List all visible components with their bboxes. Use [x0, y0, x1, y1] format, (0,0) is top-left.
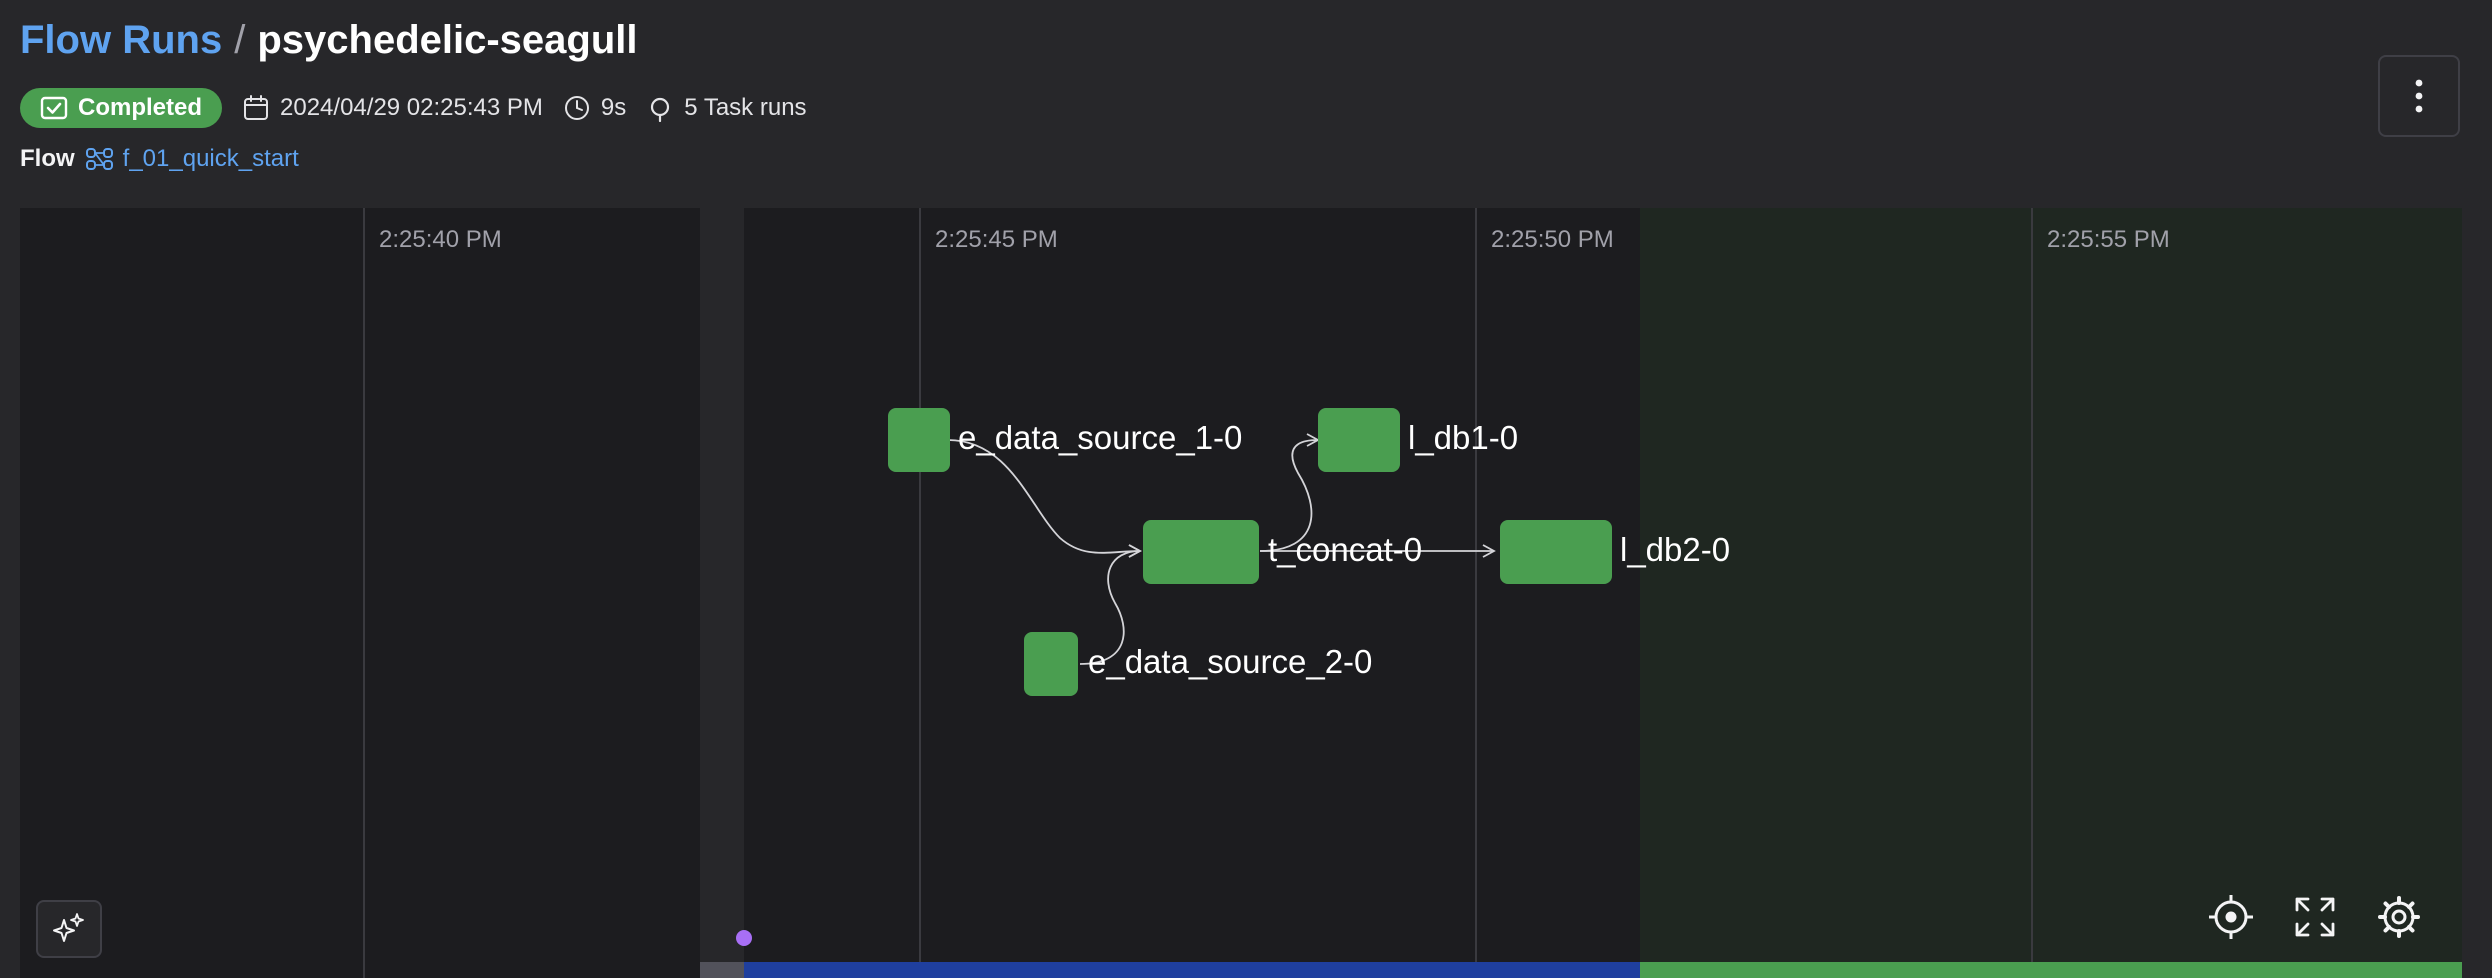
dependency-edges — [947, 433, 1496, 665]
check-square-icon — [40, 96, 68, 120]
breadcrumb: Flow Runs / psychedelic-seagull — [20, 18, 638, 62]
task-run-icon — [651, 97, 670, 122]
sparkles-icon — [53, 913, 84, 942]
fullscreen-button[interactable] — [2292, 894, 2338, 940]
clock-icon — [564, 96, 589, 120]
gear-icon — [2378, 896, 2420, 938]
expand-icon — [2295, 897, 2335, 937]
page-header: Flow Runs / psychedelic-seagull — [20, 18, 638, 62]
more-vertical-icon — [2415, 79, 2423, 113]
duration: 9s — [563, 94, 626, 122]
graph-settings-button[interactable] — [2376, 894, 2422, 940]
breadcrumb-flow-runs-link[interactable]: Flow Runs — [20, 18, 222, 62]
task-node-label[interactable]: l_db2-0 — [1620, 531, 1730, 569]
flow-icon — [85, 148, 113, 170]
status-badge: Completed — [20, 88, 223, 128]
flow-run-graph[interactable]: 2:25:40 PM 2:25:45 PM 2:25:50 PM 2:25:55… — [20, 208, 2462, 978]
ai-assist-button[interactable] — [36, 900, 102, 958]
task-node-label[interactable]: e_data_source_1-0 — [958, 419, 1242, 457]
start-time-value: 2024/04/29 02:25:43 PM — [280, 94, 543, 121]
page-title: psychedelic-seagull — [257, 18, 638, 62]
breadcrumb-separator: / — [234, 18, 246, 62]
center-view-button[interactable] — [2206, 892, 2256, 942]
task-node-l-db2[interactable] — [1500, 520, 1612, 584]
state-bar-completed — [1640, 962, 2462, 978]
calendar-icon — [244, 95, 269, 120]
state-bar-running — [744, 962, 1640, 978]
task-node-label[interactable]: l_db1-0 — [1408, 419, 1518, 457]
task-node-e-data-source-2[interactable] — [1024, 632, 1078, 696]
task-node-e-data-source-1[interactable] — [888, 408, 950, 472]
task-node-label[interactable]: e_data_source_2-0 — [1088, 643, 1372, 681]
task-runs-count: 5 Task runs — [646, 94, 807, 122]
task-runs-value[interactable]: 5 Task runs — [684, 94, 806, 122]
flow-info: Flow f_01_quick_start — [20, 142, 299, 176]
task-node-t-concat[interactable] — [1143, 520, 1259, 584]
flow-name: f_01_quick_start — [122, 145, 299, 172]
task-node-label[interactable]: t_concat-0 — [1268, 531, 1422, 569]
more-options-button[interactable] — [2378, 55, 2460, 137]
state-bar-scheduled — [700, 962, 744, 978]
flow-label: Flow — [20, 145, 75, 172]
flow-run-meta: Completed 2024/04/29 02:25:43 PM 9s 5 Ta… — [20, 88, 807, 128]
task-node-l-db1[interactable] — [1318, 408, 1400, 472]
run-start-marker — [736, 930, 752, 946]
duration-value: 9s — [600, 94, 627, 121]
status-label: Completed — [78, 94, 203, 121]
start-time: 2024/04/29 02:25:43 PM — [242, 94, 543, 122]
crosshair-icon — [2209, 895, 2253, 939]
flow-link[interactable]: f_01_quick_start — [85, 145, 299, 173]
